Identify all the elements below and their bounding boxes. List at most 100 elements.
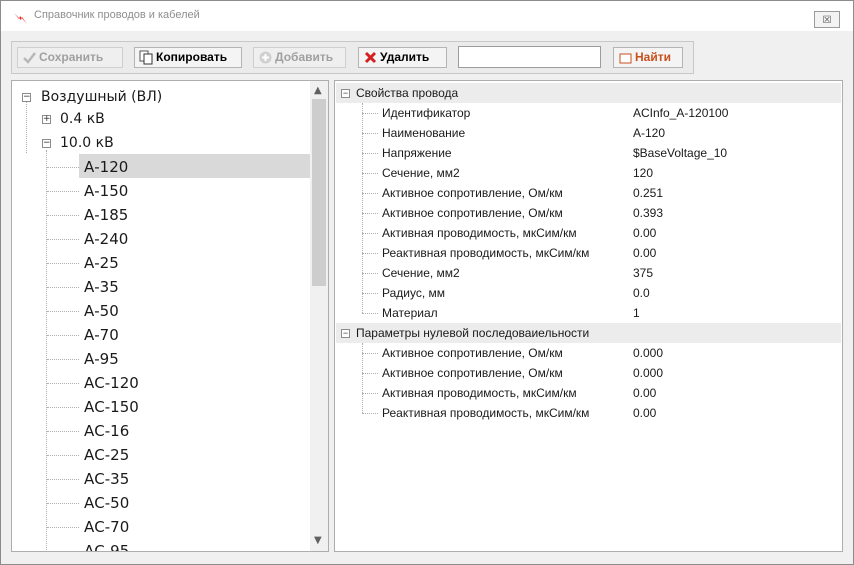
search-input[interactable]: [458, 46, 601, 68]
property-category[interactable]: − Свойства провода: [336, 83, 841, 103]
tree-line: [362, 273, 378, 274]
tree-line: [47, 359, 79, 360]
property-row[interactable]: Реактивная проводимость, мкСим/км 0.00: [335, 243, 840, 263]
tree-item[interactable]: А-185: [84, 204, 128, 226]
lightning-icon: [14, 13, 27, 24]
tree-item[interactable]: АС-25: [84, 444, 129, 466]
property-value[interactable]: 0.0: [633, 283, 650, 303]
toolbar: Сохранить Копировать Добавить Удалить На…: [11, 41, 694, 74]
property-value[interactable]: 0.251: [633, 183, 663, 203]
scroll-down-icon[interactable]: ▼: [314, 536, 322, 546]
tree-line: [47, 455, 79, 456]
scroll-up-icon[interactable]: ▲: [314, 86, 322, 96]
tree-group-label: 0.4 кВ: [60, 111, 105, 127]
property-value[interactable]: А-120: [633, 123, 665, 143]
property-row[interactable]: Активное сопротивление, Ом/км 0.000: [335, 343, 840, 363]
plus-box-icon[interactable]: +: [42, 115, 51, 124]
property-value[interactable]: 0.00: [633, 243, 656, 263]
property-row[interactable]: Активное сопротивление, Ом/км 0.251: [335, 183, 840, 203]
tree-item[interactable]: АС-50: [84, 492, 129, 514]
copy-button[interactable]: Копировать: [134, 47, 242, 68]
property-row[interactable]: Идентификатор ACInfo_A-120100: [335, 103, 840, 123]
tree-item[interactable]: А-35: [84, 276, 119, 298]
copy-icon: [139, 50, 153, 65]
property-row[interactable]: Сечение, мм2 120: [335, 163, 840, 183]
property-value[interactable]: 0.00: [633, 223, 656, 243]
property-name: Идентификатор: [382, 106, 471, 120]
tree-item[interactable]: АС-95: [84, 540, 129, 551]
minus-box-icon[interactable]: −: [22, 93, 31, 102]
tree-item[interactable]: А-50: [84, 300, 119, 322]
property-row[interactable]: Радиус, мм 0.0: [335, 283, 840, 303]
property-value[interactable]: $BaseVoltage_10: [633, 143, 727, 163]
property-row[interactable]: Активное сопротивление, Ом/км 0.393: [335, 203, 840, 223]
property-value[interactable]: 1: [633, 303, 640, 323]
property-row[interactable]: Сечение, мм2 375: [335, 263, 840, 283]
find-button[interactable]: Найти: [613, 47, 683, 68]
property-name: Сечение, мм2: [382, 166, 460, 180]
tree-line: [362, 373, 378, 374]
property-value[interactable]: 0.000: [633, 363, 663, 383]
tree-line: [362, 413, 378, 414]
copy-label: Копировать: [156, 50, 228, 64]
property-name: Активное сопротивление, Ом/км: [382, 346, 563, 360]
property-value[interactable]: 0.000: [633, 343, 663, 363]
property-row[interactable]: Реактивная проводимость, мкСим/км 0.00: [335, 403, 840, 423]
tree-item[interactable]: А-70: [84, 324, 119, 346]
property-value[interactable]: 0.00: [633, 383, 656, 403]
add-button[interactable]: Добавить: [253, 47, 346, 68]
tree-item[interactable]: А-25: [84, 252, 119, 274]
tree-item[interactable]: А-120: [84, 156, 128, 178]
tree-line: [47, 215, 79, 216]
delete-button[interactable]: Удалить: [358, 47, 447, 68]
property-value[interactable]: ACInfo_A-120100: [633, 103, 728, 123]
property-name: Наименование: [382, 126, 466, 140]
tree-item[interactable]: А-150: [84, 180, 128, 202]
property-value[interactable]: 0.00: [633, 403, 656, 423]
property-row[interactable]: Наименование А-120: [335, 123, 840, 143]
property-name: Активная проводимость, мкСим/км: [382, 226, 577, 240]
cable-tree: − Воздушный (ВЛ) + 0.4 кВ − 10.0 кВ А-12…: [11, 80, 329, 552]
property-name: Активное сопротивление, Ом/км: [382, 206, 563, 220]
property-row[interactable]: Активное сопротивление, Ом/км 0.000: [335, 363, 840, 383]
red-x-icon: [364, 51, 377, 64]
tree-line: [362, 353, 378, 354]
property-value[interactable]: 120: [633, 163, 653, 183]
property-name: Сечение, мм2: [382, 266, 460, 280]
delete-label: Удалить: [380, 50, 430, 64]
main-window: Справочник проводов и кабелей ☒ Сохранит…: [0, 0, 854, 565]
tree-item[interactable]: А-95: [84, 348, 119, 370]
add-label: Добавить: [275, 50, 334, 64]
property-row[interactable]: Активная проводимость, мкСим/км 0.00: [335, 383, 840, 403]
vertical-scrollbar[interactable]: ▲ ▼: [310, 81, 328, 551]
tree-item[interactable]: АС-150: [84, 396, 139, 418]
property-row[interactable]: Материал 1: [335, 303, 840, 323]
tree-line: [362, 133, 378, 134]
minus-box-icon[interactable]: −: [42, 139, 51, 148]
property-row[interactable]: Активная проводимость, мкСим/км 0.00: [335, 223, 840, 243]
property-name: Активное сопротивление, Ом/км: [382, 366, 563, 380]
property-name: Реактивная проводимость, мкСим/км: [382, 246, 590, 260]
tree-item[interactable]: АС-16: [84, 420, 129, 442]
minus-box-icon[interactable]: −: [341, 329, 350, 338]
save-button[interactable]: Сохранить: [17, 47, 123, 68]
check-icon: [23, 52, 36, 64]
property-value[interactable]: 0.393: [633, 203, 663, 223]
tree-line: [362, 253, 378, 254]
close-button[interactable]: ☒: [814, 11, 840, 28]
tree-line: [47, 383, 79, 384]
property-grid: − Свойства провода Идентификатор ACInfo_A-1…: [334, 80, 843, 552]
tree-item[interactable]: АС-120: [84, 372, 139, 394]
tree-line: [47, 263, 79, 264]
property-value[interactable]: 375: [633, 263, 653, 283]
tree-item[interactable]: АС-35: [84, 468, 129, 490]
tree-item[interactable]: АС-70: [84, 516, 129, 538]
find-icon: [619, 53, 632, 64]
tree-line: [26, 102, 27, 153]
property-category[interactable]: − Параметры нулевой последоваиельности: [336, 323, 841, 343]
tree-line: [362, 103, 363, 313]
property-row[interactable]: Напряжение $BaseVoltage_10: [335, 143, 840, 163]
scroll-thumb[interactable]: [312, 99, 326, 286]
minus-box-icon[interactable]: −: [341, 89, 350, 98]
tree-item[interactable]: А-240: [84, 228, 128, 250]
